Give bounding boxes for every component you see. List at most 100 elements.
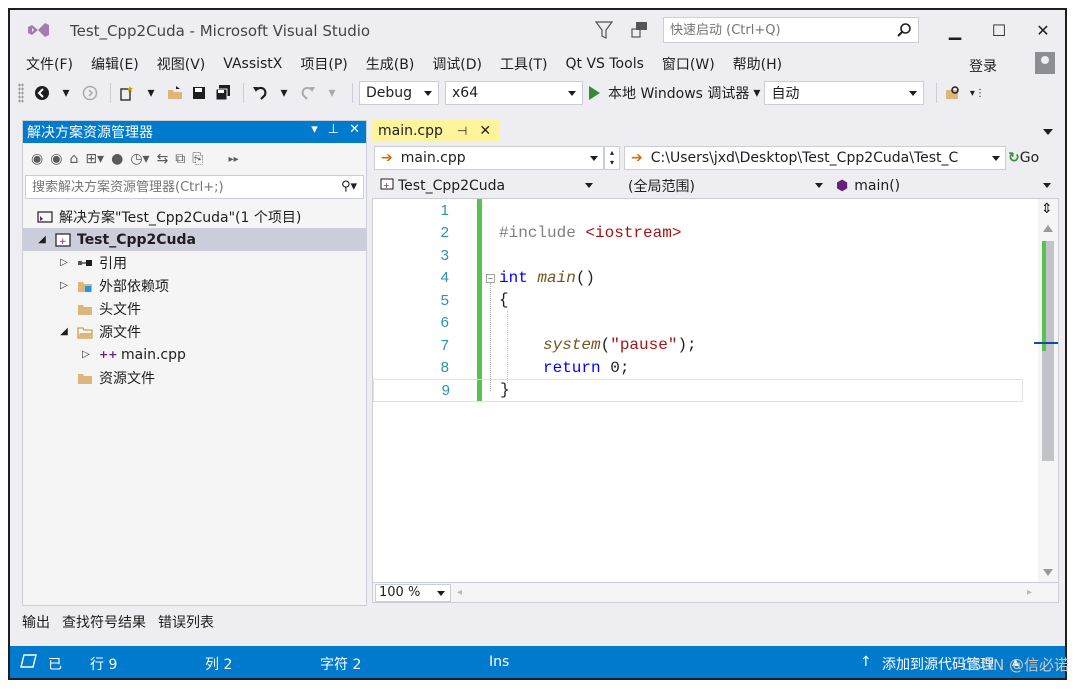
sign-in-link[interactable]: 登录 bbox=[969, 56, 997, 76]
chevron-down-icon bbox=[909, 91, 918, 96]
code-editor[interactable]: − 1 2 #include <iostream> 3 4 int main()… bbox=[372, 198, 1059, 583]
pin-icon[interactable]: ⊥ bbox=[328, 122, 339, 137]
history-icon[interactable]: ◷▾ bbox=[130, 151, 149, 167]
menu-tools[interactable]: 工具(T) bbox=[491, 54, 556, 74]
toolbar-separator bbox=[243, 83, 244, 103]
menu-edit[interactable]: 编辑(E) bbox=[82, 54, 148, 74]
find-in-files-icon[interactable] bbox=[943, 81, 963, 105]
file-spinner[interactable]: ▴ ▾ bbox=[604, 146, 620, 170]
undo-icon[interactable] bbox=[250, 81, 270, 105]
file-select[interactable]: ➔ main.cpp bbox=[374, 146, 604, 170]
minimize-button[interactable]: ▁ bbox=[933, 16, 977, 44]
tab-main-cpp[interactable]: main.cpp ⊣ ✕ bbox=[372, 120, 500, 142]
tree-item-main-cpp[interactable]: ▷ ++ main.cpp bbox=[23, 343, 366, 366]
expanded-icon[interactable]: ◢ bbox=[57, 326, 71, 337]
solution-configuration-select[interactable]: Debug bbox=[359, 81, 439, 105]
new-project-icon[interactable] bbox=[117, 81, 137, 105]
sync-icon[interactable]: ⇆ bbox=[157, 151, 169, 167]
navigate-forward-icon[interactable] bbox=[80, 81, 100, 105]
user-avatar-icon[interactable] bbox=[1035, 52, 1055, 74]
undo-dropdown-icon[interactable]: ▾ bbox=[274, 81, 294, 105]
tab-overflow-icon[interactable] bbox=[1043, 129, 1053, 135]
quick-launch-box[interactable] bbox=[663, 17, 919, 43]
show-all-files-icon[interactable]: ⎘ bbox=[192, 151, 203, 167]
save-all-icon[interactable] bbox=[213, 81, 233, 105]
tree-item-project[interactable]: ◢ + Test_Cpp2Cuda bbox=[23, 228, 366, 251]
back-dropdown-icon[interactable]: ▾ bbox=[56, 81, 76, 105]
collapse-all-icon[interactable]: ⧉ bbox=[175, 151, 185, 167]
menu-vassistx[interactable]: VAssistX bbox=[214, 56, 291, 72]
solution-platform-select[interactable]: x64 bbox=[445, 81, 583, 105]
panel-menu-icon[interactable]: ▾ bbox=[311, 122, 318, 137]
pending-changes-filter-icon[interactable]: ● bbox=[111, 151, 123, 167]
path-select[interactable]: ➔ C:\Users\jxd\Desktop\Test_Cpp2Cuda\Tes… bbox=[624, 146, 1006, 170]
menu-project[interactable]: 项目(P) bbox=[291, 54, 356, 74]
back-icon[interactable]: ◉ bbox=[31, 151, 43, 167]
menu-help[interactable]: 帮助(H) bbox=[724, 54, 791, 74]
scope-select[interactable]: (全局范围) bbox=[604, 174, 828, 198]
search-icon[interactable] bbox=[896, 22, 912, 38]
vertical-scrollbar[interactable]: ⇕ bbox=[1038, 199, 1058, 582]
redo-dropdown-icon[interactable]: ▾ bbox=[322, 81, 342, 105]
pin-tab-icon[interactable]: ⊣ bbox=[457, 124, 467, 138]
switch-views-icon[interactable]: ⊞▾ bbox=[85, 151, 104, 167]
menu-build[interactable]: 生成(B) bbox=[357, 54, 424, 74]
navigate-back-icon[interactable] bbox=[32, 81, 52, 105]
feedback-icon[interactable] bbox=[629, 19, 651, 41]
solution-search-input[interactable] bbox=[26, 179, 316, 195]
scroll-left-icon[interactable]: ◂ bbox=[457, 587, 462, 598]
debugger-dropdown-icon[interactable]: ▾ bbox=[753, 85, 760, 101]
tab-error-list[interactable]: 错误列表 bbox=[158, 612, 214, 636]
quick-launch-input[interactable] bbox=[664, 18, 884, 42]
project-select[interactable]: + Test_Cpp2Cuda bbox=[374, 174, 598, 198]
tree-item-header-files[interactable]: 头文件 bbox=[23, 297, 366, 320]
member-select[interactable]: ⬢ main() bbox=[830, 174, 1056, 198]
collapsed-icon[interactable]: ▷ bbox=[57, 280, 71, 291]
tree-item-solution[interactable]: 解决方案"Test_Cpp2Cuda"(1 个项目) bbox=[23, 205, 366, 228]
tab-find-symbol-results[interactable]: 查找符号结果 bbox=[62, 612, 146, 636]
return-keyword: return bbox=[543, 358, 601, 377]
toolbar-overflow-icon[interactable]: ▾⋮ bbox=[967, 81, 987, 105]
notification-filter-icon[interactable] bbox=[593, 19, 615, 41]
menu-view[interactable]: 视图(V) bbox=[148, 54, 215, 74]
menu-file[interactable]: 文件(F) bbox=[10, 54, 82, 74]
expanded-icon[interactable]: ◢ bbox=[35, 234, 49, 245]
open-file-icon[interactable] bbox=[165, 81, 185, 105]
solution-search-box[interactable]: ⚲▾ bbox=[25, 175, 364, 199]
tree-item-resource-files[interactable]: 资源文件 bbox=[23, 366, 366, 389]
close-button[interactable]: ✕ bbox=[1021, 16, 1065, 44]
solution-explorer-title: 解决方案资源管理器 bbox=[27, 125, 153, 141]
zoom-select[interactable]: 100 % bbox=[375, 583, 451, 602]
tree-item-references[interactable]: ▷ 引用 bbox=[23, 251, 366, 274]
menu-window[interactable]: 窗口(W) bbox=[653, 54, 724, 74]
new-dropdown-icon[interactable]: ▾ bbox=[141, 81, 161, 105]
maximize-button[interactable]: ☐ bbox=[977, 16, 1021, 44]
publish-arrow-icon[interactable]: ↑ bbox=[860, 654, 872, 670]
collapsed-icon[interactable]: ▷ bbox=[79, 349, 93, 360]
home-icon[interactable]: ⌂ bbox=[69, 151, 78, 167]
redo-icon[interactable] bbox=[298, 81, 318, 105]
overflow-icon[interactable]: ▸▸ bbox=[229, 154, 239, 165]
menu-debug[interactable]: 调试(D) bbox=[423, 54, 491, 74]
collapsed-icon[interactable]: ▷ bbox=[57, 257, 71, 268]
start-debugging-button[interactable]: 本地 Windows 调试器 ▾ bbox=[589, 83, 760, 103]
panel-close-icon[interactable]: ✕ bbox=[349, 122, 360, 137]
forward-icon[interactable]: ◉ bbox=[50, 151, 62, 167]
launch-mode-select[interactable]: 自动 bbox=[764, 81, 925, 105]
tab-output[interactable]: 输出 bbox=[22, 612, 50, 636]
scroll-down-icon[interactable] bbox=[1043, 569, 1053, 576]
tree-item-external-dependencies[interactable]: ▷ 外部依赖项 bbox=[23, 274, 366, 297]
save-icon[interactable] bbox=[189, 81, 209, 105]
toolbar-separator bbox=[110, 83, 111, 103]
scroll-up-icon[interactable] bbox=[1043, 225, 1053, 232]
go-button[interactable]: ↻ Go bbox=[1008, 150, 1039, 166]
menu-qt-vs-tools[interactable]: Qt VS Tools bbox=[557, 56, 653, 72]
toolbar-grip-icon[interactable] bbox=[18, 83, 24, 103]
toolbar-separator bbox=[936, 83, 938, 103]
tree-item-source-files[interactable]: ◢ 源文件 bbox=[23, 320, 366, 343]
split-window-icon[interactable]: ⇕ bbox=[1041, 201, 1053, 217]
close-tab-icon[interactable]: ✕ bbox=[479, 123, 491, 139]
search-icon[interactable]: ⚲▾ bbox=[341, 179, 357, 194]
scroll-right-icon[interactable]: ▸ bbox=[1027, 587, 1032, 598]
code-line: 6 bbox=[373, 312, 1033, 335]
